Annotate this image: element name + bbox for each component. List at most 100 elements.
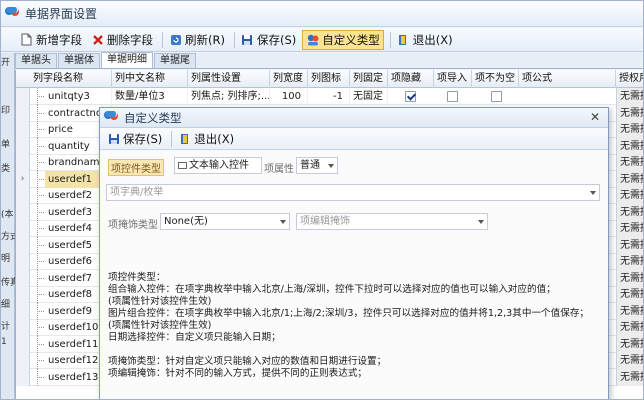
column-header[interactable]: 项导入 — [434, 70, 472, 88]
textbox-icon — [178, 161, 187, 169]
exit-label: 退出(X) — [412, 32, 453, 47]
dict-enum-placeholder: 项字典/枚举 — [110, 187, 164, 198]
auth-cell[interactable]: 无需授 — [616, 319, 643, 336]
toolbar-separator — [233, 31, 235, 48]
row-header[interactable] — [16, 121, 30, 138]
column-header[interactable]: 列属性设置 — [188, 70, 270, 88]
left-strip-label: 印 — [1, 106, 11, 116]
auth-cell[interactable]: 无需授 — [616, 104, 643, 122]
row-header[interactable] — [16, 137, 30, 155]
save-button[interactable]: 保存(S) — [238, 30, 299, 50]
delete-field-button[interactable]: 删除字段 — [88, 30, 156, 50]
row-header[interactable] — [16, 319, 30, 336]
new-document-icon — [20, 33, 33, 46]
row-header[interactable] — [16, 220, 30, 237]
save-disk-icon — [107, 132, 120, 145]
column-header[interactable]: 列中文名称 — [112, 70, 188, 88]
mask-type-label: 项掩饰类型 — [108, 220, 158, 231]
auth-cell[interactable]: 无需授 — [616, 269, 643, 287]
row-header[interactable]: › — [16, 170, 30, 188]
dialog-save-button[interactable]: 保存(S) — [104, 129, 165, 149]
auth-cell[interactable]: 无需授 — [616, 203, 643, 221]
tree-connector — [31, 335, 45, 353]
auth-cell[interactable]: 无需授 — [616, 286, 643, 303]
main-toolbar: 新增字段 删除字段 刷新(R) 保存(S) 自定义类型 退出(X) — [1, 28, 643, 52]
item-attr-select[interactable]: 普通 — [296, 157, 338, 174]
tree-connector — [31, 319, 45, 336]
chinese-name-cell[interactable]: 数量/单位3 — [112, 88, 188, 105]
auth-cell[interactable]: 无需授 — [616, 220, 643, 237]
column-header[interactable]: 授权用 — [616, 70, 643, 88]
row-header[interactable] — [16, 104, 30, 122]
control-type-value: 文本输入控件 — [189, 160, 249, 171]
row-header[interactable] — [16, 88, 30, 105]
hidden-checkbox[interactable] — [405, 91, 416, 102]
auth-cell[interactable]: 无需授 — [616, 187, 643, 204]
auth-cell[interactable]: 无需授 — [616, 253, 643, 270]
attr-setting-cell[interactable]: 列焦点; 列排序;... — [188, 88, 270, 105]
auth-cell[interactable]: 无需授 — [616, 121, 643, 138]
column-header[interactable]: 列宽度 — [270, 70, 308, 88]
dict-enum-input[interactable]: 项字典/枚举 — [106, 184, 600, 201]
control-type-select[interactable]: 文本输入控件 — [174, 157, 262, 174]
auth-cell[interactable]: 无需授 — [616, 137, 643, 155]
auth-cell[interactable]: 无需授 — [616, 88, 643, 105]
auth-cell[interactable]: 无需授 — [616, 302, 643, 320]
add-field-button[interactable]: 新增字段 — [17, 30, 85, 50]
row-header[interactable] — [16, 253, 30, 270]
column-header[interactable]: 项隐藏 — [388, 70, 434, 88]
save-label: 保存(S) — [256, 32, 297, 47]
tree-connector — [31, 203, 45, 221]
column-header[interactable]: 项不为空 — [472, 70, 519, 88]
dialog-exit-button[interactable]: 退出(X) — [175, 129, 237, 149]
row-header[interactable] — [16, 269, 30, 287]
dialog-exit-label: 退出(X) — [194, 131, 235, 146]
width-cell[interactable]: 100 — [270, 88, 308, 105]
not-null-checkbox[interactable] — [491, 91, 502, 102]
row-header[interactable] — [16, 302, 30, 320]
row-header[interactable] — [16, 236, 30, 254]
item-attr-value: 普通 — [300, 160, 320, 171]
left-strip-label: 单 — [1, 140, 11, 150]
row-header[interactable] — [16, 203, 30, 221]
custom-type-icon — [306, 33, 319, 46]
auth-cell[interactable]: 无需授 — [616, 236, 643, 254]
auth-cell[interactable]: 无需授 — [616, 170, 643, 188]
import-checkbox[interactable] — [447, 91, 458, 102]
column-header[interactable]: 列固定 — [350, 70, 388, 88]
auth-cell[interactable]: 无需授 — [616, 352, 643, 369]
add-field-label: 新增字段 — [36, 32, 82, 47]
toolbar-separator — [171, 130, 173, 147]
tab-detail[interactable]: 单据明细 — [101, 52, 153, 68]
tab-footer[interactable]: 单据尾 — [154, 53, 196, 68]
chevron-down-icon — [478, 220, 484, 224]
auth-cell[interactable]: 无需授 — [616, 154, 643, 171]
exit-button[interactable]: 退出(X) — [394, 30, 456, 50]
table-row[interactable]: unitqty3数量/单位3列焦点; 列排序;...100-1无固定 无需授 — [16, 88, 643, 105]
refresh-button[interactable]: 刷新(R) — [166, 30, 228, 50]
auth-cell[interactable]: 无需授 — [616, 335, 643, 353]
tab-body[interactable]: 单据体 — [58, 53, 100, 68]
auth-cell[interactable]: 无需授 — [616, 368, 643, 386]
column-header[interactable]: 列图标 — [308, 70, 350, 88]
delete-x-icon — [91, 33, 104, 46]
row-header[interactable] — [16, 187, 30, 204]
custom-type-button[interactable]: 自定义类型 — [302, 29, 384, 50]
row-header[interactable] — [16, 286, 30, 303]
column-header[interactable]: 项公式 — [519, 70, 616, 88]
mask-type-select[interactable]: None(无) — [160, 213, 290, 230]
row-header[interactable] — [16, 335, 30, 353]
mask-edit-input[interactable]: 项编辑掩饰 — [296, 213, 488, 230]
left-strip-label: 开 — [1, 58, 11, 68]
dialog-toolbar: 保存(S) 退出(X) — [100, 128, 608, 150]
row-header[interactable] — [16, 154, 30, 171]
column-header[interactable]: 列字段名称 — [30, 70, 112, 88]
row-header[interactable] — [16, 352, 30, 369]
icon-cell[interactable]: -1 — [308, 88, 350, 105]
tab-header[interactable]: 单据头 — [15, 53, 57, 68]
close-icon[interactable]: ✕ — [588, 111, 602, 125]
fixed-cell[interactable]: 无固定 — [350, 88, 388, 105]
field-name-cell[interactable]: unitqty3 — [45, 88, 112, 105]
mask-type-value: None(无) — [164, 216, 208, 227]
row-header[interactable] — [16, 368, 30, 386]
